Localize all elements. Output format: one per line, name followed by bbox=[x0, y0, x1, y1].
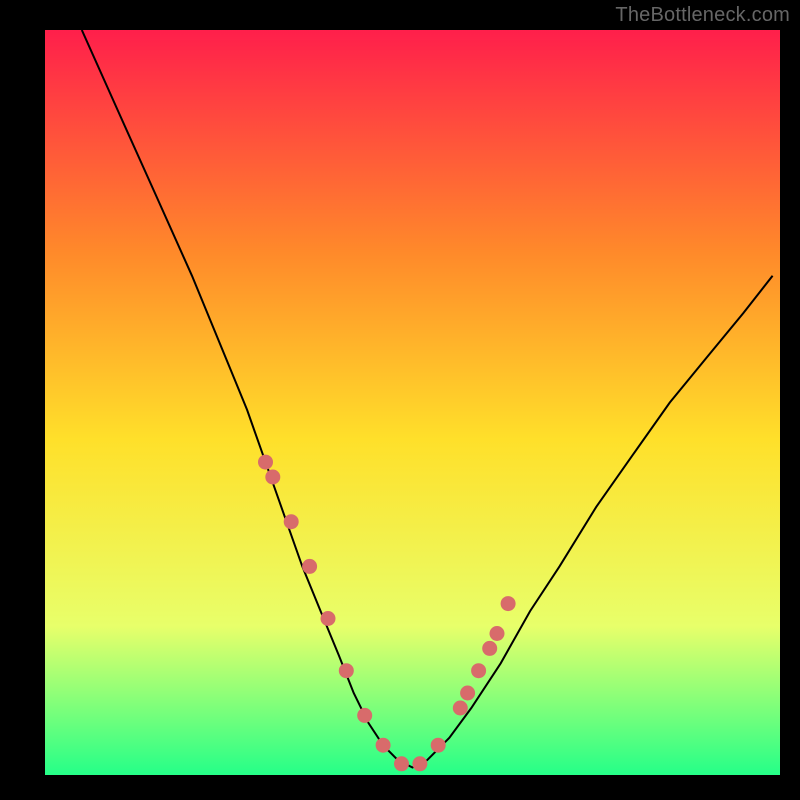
marker-dot bbox=[302, 559, 317, 574]
marker-dot bbox=[258, 455, 273, 470]
marker-dot bbox=[412, 756, 427, 771]
marker-dot bbox=[490, 626, 505, 641]
chart-svg bbox=[45, 30, 780, 775]
marker-dot bbox=[321, 611, 336, 626]
marker-dot bbox=[394, 756, 409, 771]
marker-dot bbox=[501, 596, 516, 611]
marker-dot bbox=[376, 738, 391, 753]
marker-dot bbox=[265, 470, 280, 485]
marker-dot bbox=[471, 663, 486, 678]
marker-dot bbox=[284, 514, 299, 529]
marker-dot bbox=[460, 686, 475, 701]
marker-dot bbox=[357, 708, 372, 723]
marker-dot bbox=[453, 701, 468, 716]
chart-frame: TheBottleneck.com bbox=[0, 0, 800, 800]
marker-dot bbox=[482, 641, 497, 656]
marker-dot bbox=[431, 738, 446, 753]
plot-area bbox=[45, 30, 780, 775]
watermark-text: TheBottleneck.com bbox=[615, 4, 790, 27]
marker-dot bbox=[339, 663, 354, 678]
